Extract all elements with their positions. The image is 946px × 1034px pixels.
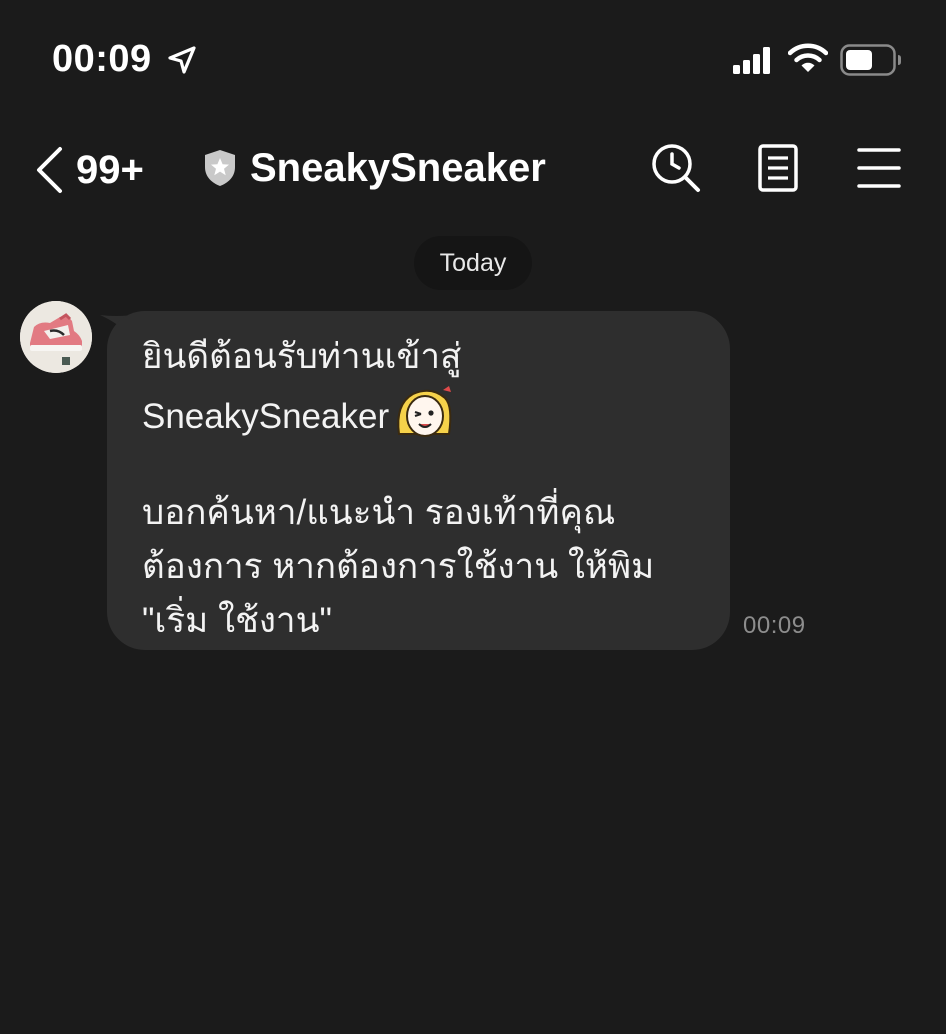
sender-avatar[interactable] <box>20 301 92 373</box>
message-text: ยินดีต้อนรับท่านเข้าสู่ SneakySneaker บอ… <box>142 330 712 648</box>
sticker-emoji-icon <box>397 386 452 437</box>
date-separator: Today <box>414 236 532 290</box>
chat-title: SneakySneaker <box>250 146 546 190</box>
unread-count-badge: 99+ <box>76 147 144 192</box>
location-arrow-icon <box>168 46 196 74</box>
shield-icon <box>205 150 235 186</box>
message-line: ต้องการ หากต้องการใช้งาน ให้พิม <box>142 547 655 586</box>
message-line: บอกค้นหา/แนะนำ รองเท้าที่คุณ <box>142 493 616 532</box>
battery-icon <box>840 44 901 76</box>
message-timestamp: 00:09 <box>743 612 806 639</box>
chat-screen: 00:09 99+ SneakySneaker Today ยินดีต้อนร… <box>0 0 946 1034</box>
message-line: ยินดีต้อนรับท่านเข้าสู่ <box>142 337 462 376</box>
message-line-with-sticker: SneakySneaker <box>142 384 712 438</box>
back-button[interactable]: 99+ <box>30 144 170 196</box>
sneaker-avatar-icon <box>20 301 92 373</box>
signal-icon <box>733 47 770 74</box>
wifi-icon <box>788 43 828 72</box>
status-bar: 00:09 <box>0 0 946 120</box>
chat-header: 99+ SneakySneaker <box>0 130 946 210</box>
status-time: 00:09 <box>52 38 152 80</box>
back-chevron-icon <box>37 147 62 193</box>
search-icon[interactable] <box>650 142 702 194</box>
notes-icon[interactable] <box>752 142 804 194</box>
menu-icon[interactable] <box>853 142 905 194</box>
message-line: SneakySneaker <box>142 397 390 436</box>
message-line: "เริ่ม ใช้งาน" <box>142 601 332 640</box>
